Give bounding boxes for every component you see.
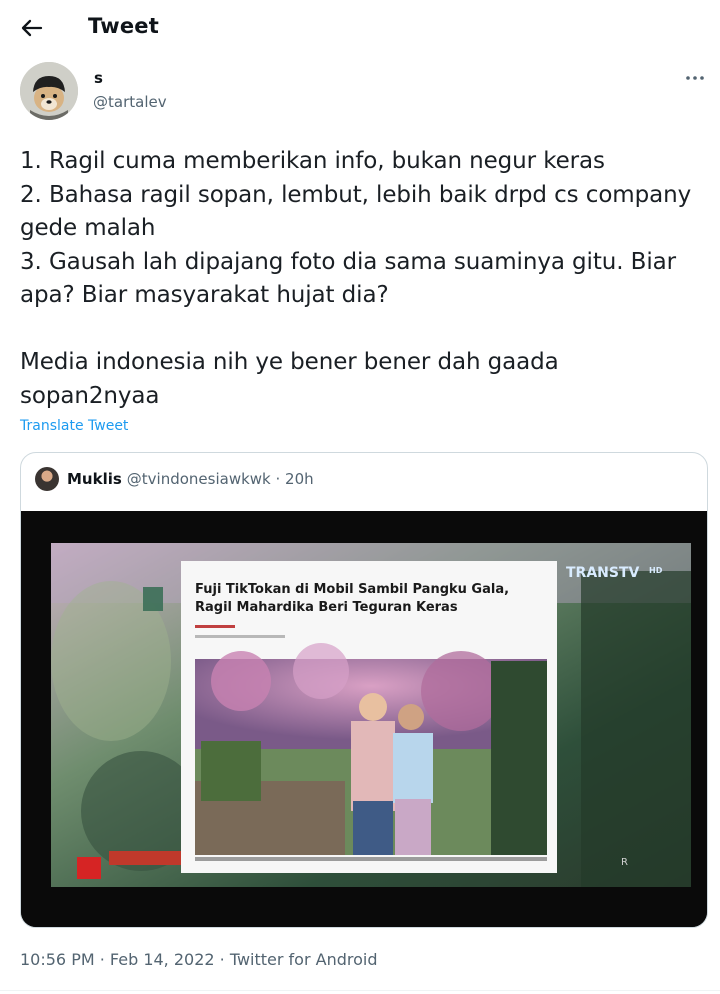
tv-screen-photo: TRANSTV HD Fuji TikTokan di Mobil Sambil…: [21, 511, 707, 927]
tweet-author: s @tartalev: [0, 58, 720, 128]
svg-text:R: R: [621, 857, 628, 868]
more-options-button[interactable]: [680, 66, 710, 90]
headline-line1: Fuji TikTokan di Mobil Sambil Pangku Gal…: [195, 582, 509, 597]
divider: [0, 990, 720, 991]
headline-line2: Ragil Mahardika Beri Teguran Keras: [195, 600, 458, 615]
back-button[interactable]: [14, 12, 50, 44]
translate-tweet-link[interactable]: Translate Tweet: [20, 418, 128, 434]
quoted-tweet-header: Muklis @tvindonesiawkwk · 20h: [35, 467, 314, 491]
dog-avatar-icon: [20, 62, 78, 120]
more-horizontal-icon: [686, 76, 704, 80]
avatar[interactable]: [20, 62, 78, 120]
top-bar: Tweet: [0, 0, 720, 56]
quoted-display-name[interactable]: Muklis: [67, 470, 122, 488]
author-handle[interactable]: @tartalev: [93, 93, 167, 111]
quoted-avatar[interactable]: [35, 467, 59, 491]
quoted-handle-time: @tvindonesiawkwk · 20h: [126, 470, 314, 488]
page-title: Tweet: [88, 14, 159, 38]
arrow-left-icon: [21, 19, 43, 37]
quoted-tweet-card[interactable]: Muklis @tvindonesiawkwk · 20h TRANSTV HD…: [20, 452, 708, 928]
author-display-name[interactable]: s: [94, 69, 103, 87]
quoted-tweet-photo[interactable]: TRANSTV HD Fuji TikTokan di Mobil Sambil…: [21, 511, 707, 927]
tweet-text: 1. Ragil cuma memberikan info, bukan neg…: [20, 148, 692, 409]
channel-logo: TRANSTV: [566, 565, 640, 581]
tweet-timestamp[interactable]: 10:56 PM · Feb 14, 2022 · Twitter for An…: [20, 950, 377, 969]
channel-suffix: HD: [649, 566, 663, 575]
